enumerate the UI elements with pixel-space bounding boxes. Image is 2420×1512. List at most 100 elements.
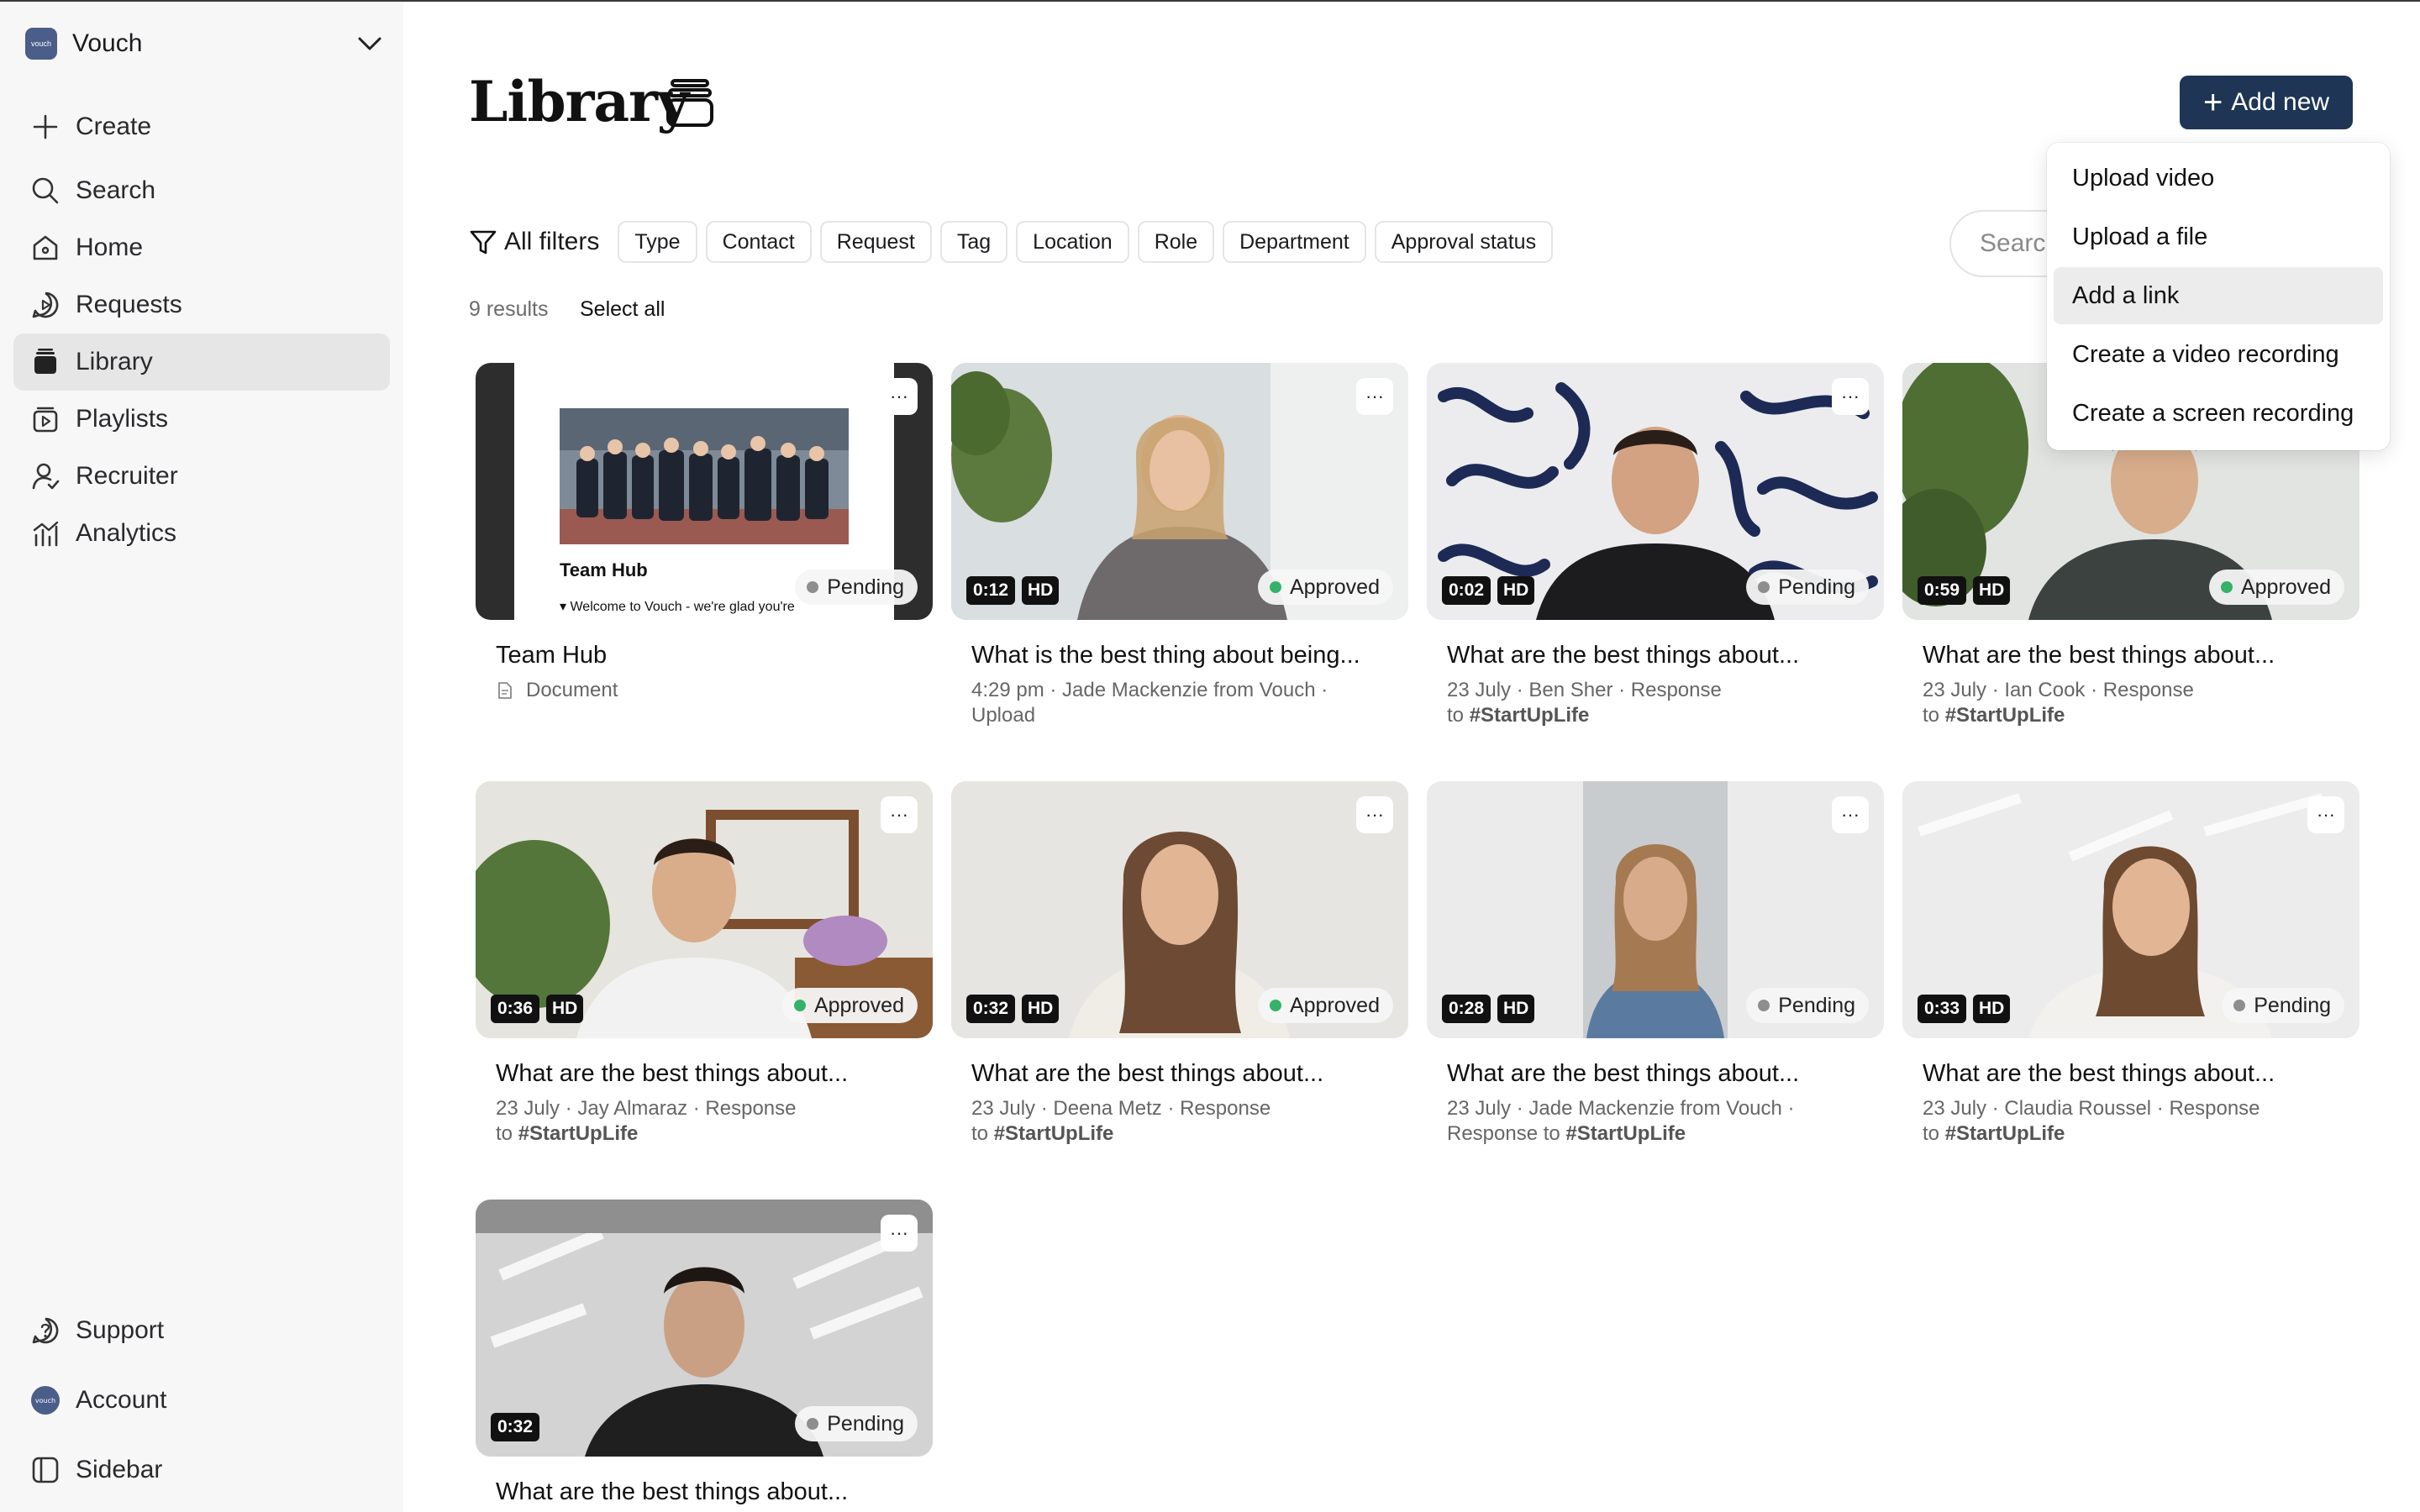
card-meta-line2: Response to #StartUpLife <box>1447 1122 1686 1146</box>
filter-chip-department[interactable]: Department <box>1223 221 1366 263</box>
sidebar-item-recruiter[interactable]: Recruiter <box>13 448 390 505</box>
library-card[interactable]: ··· 0:33 HD Pending What are the best th… <box>1902 781 2360 1145</box>
card-thumbnail[interactable]: ··· 0:32 Pending <box>476 1200 933 1457</box>
card-thumbnail[interactable]: ··· 0:28 HD Pending <box>1427 781 1884 1038</box>
card-title[interactable]: What are the best things about... <box>1447 642 1799 669</box>
request-tag-link[interactable]: #StartUpLife <box>1565 1122 1686 1145</box>
filter-chip-approval-status[interactable]: Approval status <box>1374 221 1554 263</box>
request-tag-link[interactable]: #StartUpLife <box>518 1122 639 1145</box>
document-subtext: ▾ Welcome to Vouch - we're glad you're <box>560 600 795 614</box>
status-label: Pending <box>827 575 904 599</box>
menu-item-upload-video[interactable]: Upload video <box>2054 150 2383 207</box>
status-label: Pending <box>2254 993 2331 1017</box>
status-dot <box>793 1000 806 1011</box>
card-thumbnail[interactable]: ··· 0:02 HD Pending <box>1427 363 1884 620</box>
library-card[interactable]: ··· 0:32 Pending What are the best thing… <box>476 1200 933 1505</box>
request-tag-link[interactable]: #StartUpLife <box>994 1122 1114 1145</box>
library-card[interactable]: Team Hub ▾ Welcome to Vouch - we're glad… <box>476 363 933 701</box>
card-title[interactable]: What are the best things about... <box>496 1478 848 1506</box>
more-options-button[interactable]: ··· <box>1832 378 1869 415</box>
duration-badge: 0:33 <box>1918 995 1967 1023</box>
more-options-button[interactable]: ··· <box>2307 796 2344 833</box>
card-meta-line2: to #StartUpLife <box>1447 704 1589 727</box>
sidebar-item-create[interactable]: Create <box>13 98 390 155</box>
all-filters-button[interactable]: All filters <box>469 228 599 256</box>
menu-item-screen-recording[interactable]: Create a screen recording <box>2054 385 2383 442</box>
card-title[interactable]: Team Hub <box>496 642 607 669</box>
analytics-icon <box>29 517 62 550</box>
menu-item-upload-file[interactable]: Upload a file <box>2054 208 2383 265</box>
menu-item-video-recording[interactable]: Create a video recording <box>2054 326 2383 383</box>
card-thumbnail[interactable]: Team Hub ▾ Welcome to Vouch - we're glad… <box>476 363 933 620</box>
sidebar-item-sidebar-toggle[interactable]: Sidebar <box>13 1441 390 1499</box>
document-icon <box>498 682 512 699</box>
sidebar-item-playlists[interactable]: Playlists <box>13 391 390 448</box>
card-thumbnail[interactable]: ··· 0:36 HD Approved <box>476 781 933 1038</box>
more-options-button[interactable]: ··· <box>1832 796 1869 833</box>
results-count: 9 results <box>469 297 549 321</box>
sidebar-item-library[interactable]: Library <box>13 333 390 391</box>
filter-chip-location[interactable]: Location <box>1016 221 1129 263</box>
hd-badge: HD <box>1497 576 1535 605</box>
workspace-switcher[interactable]: vouch Vouch <box>25 25 387 62</box>
sidebar-item-home[interactable]: Home <box>13 219 390 276</box>
card-meta-line2: to #StartUpLife <box>1923 704 2065 727</box>
status-badge: Pending <box>1746 988 1869 1023</box>
request-tag-link[interactable]: #StartUpLife <box>1470 704 1590 727</box>
request-tag-link[interactable]: #StartUpLife <box>1945 704 2065 727</box>
card-title[interactable]: What are the best things about... <box>1447 1060 1799 1088</box>
status-dot <box>807 581 819 593</box>
sidebar-item-account[interactable]: vouch Account <box>13 1372 390 1429</box>
status-dot <box>2233 1000 2246 1011</box>
library-card[interactable]: ··· 0:32 HD Approved What are the best t… <box>951 781 1408 1145</box>
duration-badge: 0:28 <box>1442 995 1491 1023</box>
more-options-button[interactable]: ··· <box>1356 378 1393 415</box>
hd-badge: HD <box>1022 995 1060 1023</box>
search-icon <box>29 174 62 207</box>
meta-prefix: Response to <box>1447 1122 1566 1145</box>
card-thumbnail[interactable]: ··· 0:32 HD Approved <box>951 781 1408 1038</box>
library-card[interactable]: ··· 0:12 HD Approved What is the best th… <box>951 363 1408 727</box>
card-title[interactable]: What are the best things about... <box>1923 1060 2275 1088</box>
sidebar-item-search[interactable]: Search <box>13 162 390 219</box>
more-options-button[interactable]: ··· <box>881 796 918 833</box>
sidebar-item-analytics[interactable]: Analytics <box>13 505 390 562</box>
sidebar-item-label: Search <box>76 176 156 204</box>
request-tag-link[interactable]: #StartUpLife <box>1945 1122 2065 1145</box>
card-title[interactable]: What are the best things about... <box>1923 642 2275 669</box>
more-options-button[interactable]: ··· <box>881 1215 918 1252</box>
add-new-label: Add new <box>2231 88 2330 116</box>
plus-icon <box>29 110 62 144</box>
status-badge: Pending <box>1746 570 1869 605</box>
duration-badge: 0:59 <box>1918 576 1967 605</box>
sidebar-item-label: Sidebar <box>76 1456 163 1483</box>
library-card[interactable]: ··· 0:28 HD Pending What are the best th… <box>1427 781 1884 1145</box>
sidebar-item-label: Create <box>76 113 152 140</box>
card-thumbnail[interactable]: ··· 0:12 HD Approved <box>951 363 1408 620</box>
status-badge: Pending <box>2222 988 2344 1023</box>
sidebar-item-requests[interactable]: Requests <box>13 276 390 333</box>
card-type-label: Document <box>526 679 618 701</box>
card-title[interactable]: What is the best thing about being... <box>971 642 1360 669</box>
meta-prefix: to <box>496 1122 518 1145</box>
status-label: Pending <box>1778 993 1855 1017</box>
filter-chip-type[interactable]: Type <box>618 221 697 263</box>
card-title[interactable]: What are the best things about... <box>496 1060 848 1088</box>
menu-item-add-link[interactable]: Add a link <box>2054 267 2383 324</box>
sidebar-item-support[interactable]: Support <box>13 1302 390 1359</box>
filter-chip-tag[interactable]: Tag <box>939 221 1008 263</box>
all-filters-label: All filters <box>504 228 600 255</box>
filter-chip-contact[interactable]: Contact <box>705 221 812 263</box>
filter-chip-role[interactable]: Role <box>1137 221 1215 263</box>
more-options-button[interactable]: ··· <box>1356 796 1393 833</box>
more-options-button[interactable]: ··· <box>881 378 918 415</box>
card-title[interactable]: What are the best things about... <box>971 1060 1323 1088</box>
card-thumbnail[interactable]: ··· 0:33 HD Pending <box>1902 781 2360 1038</box>
select-all-button[interactable]: Select all <box>580 297 665 322</box>
status-badge: Pending <box>795 570 918 605</box>
library-card[interactable]: ··· 0:02 HD Pending What are the best th… <box>1427 363 1884 727</box>
add-new-button[interactable]: + Add new <box>2180 76 2353 129</box>
page-title: Library <box>469 69 689 134</box>
library-card[interactable]: ··· 0:36 HD Approved What are the best t… <box>476 781 933 1145</box>
filter-chip-request[interactable]: Request <box>819 221 932 263</box>
